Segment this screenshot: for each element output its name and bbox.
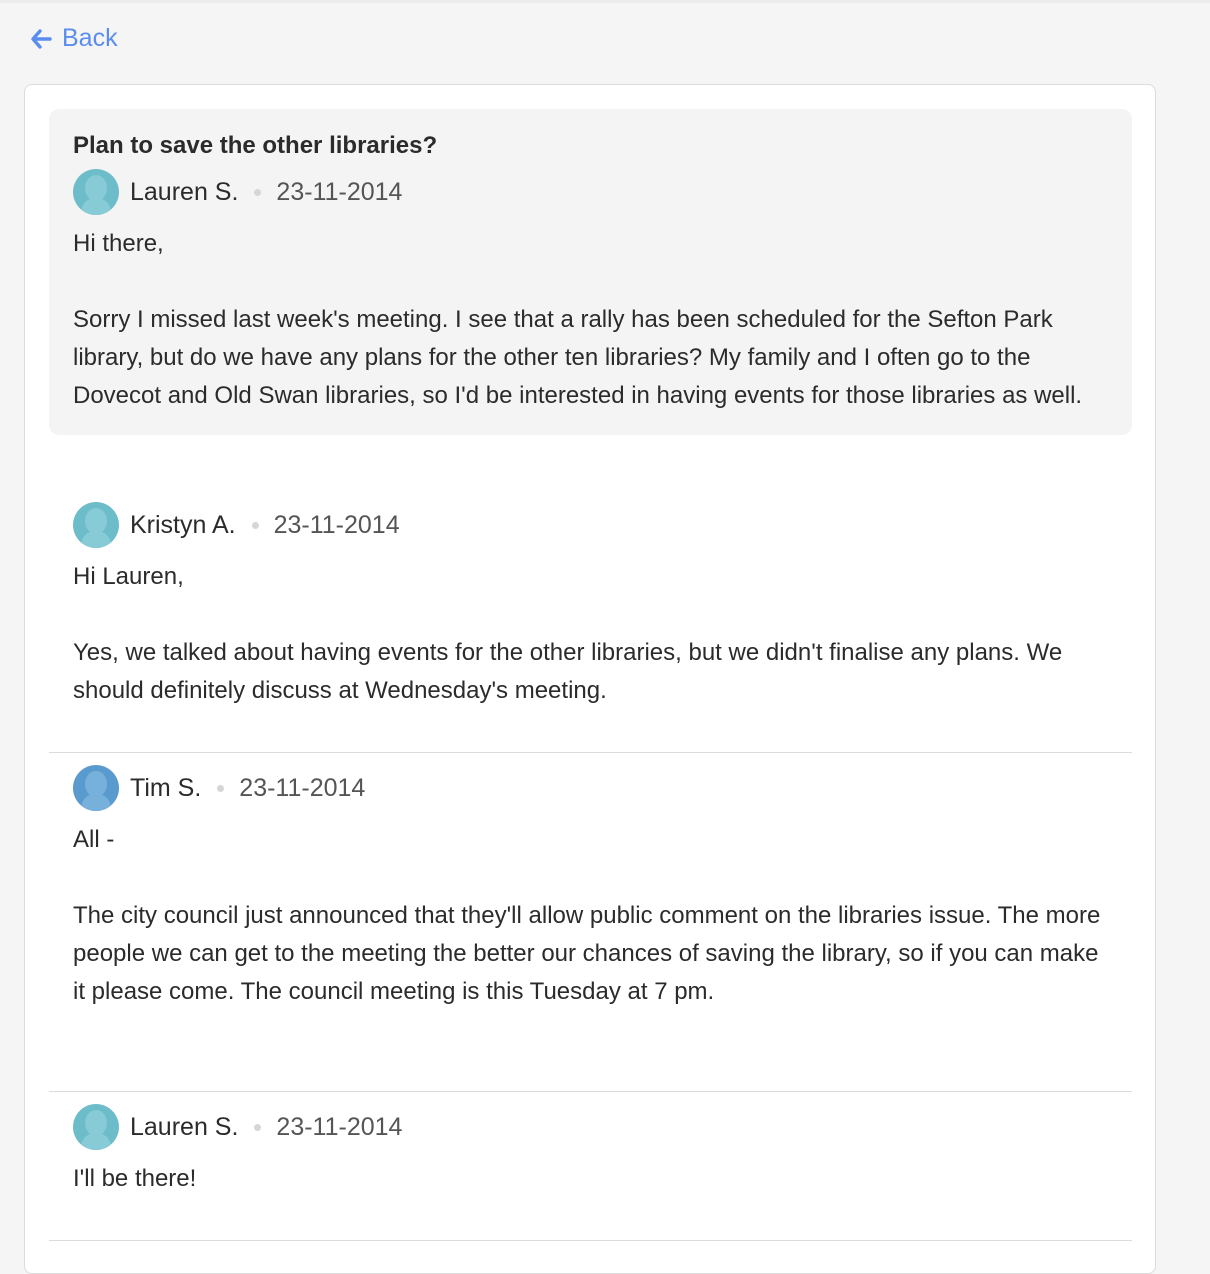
post-paragraph: Hi there, — [73, 230, 164, 257]
thread-card: Plan to save the other libraries? Lauren… — [24, 84, 1156, 1274]
reply-paragraph: All - — [73, 826, 115, 853]
reply-item: Kristyn A. 23-11-2014 Hi Lauren, Yes, we… — [49, 502, 1132, 710]
separator-dot — [254, 1123, 262, 1131]
reply-item: Tim S. 23-11-2014 All - The city council… — [49, 765, 1132, 1011]
thread-title: Plan to save the other libraries? — [73, 132, 438, 159]
author-name[interactable]: Lauren S. — [130, 1113, 238, 1142]
reply-meta: Lauren S. 23-11-2014 — [73, 1104, 1108, 1150]
back-label: Back — [62, 24, 118, 52]
original-post: Plan to save the other libraries? Lauren… — [49, 109, 1132, 435]
user-silhouette-icon[interactable] — [73, 502, 119, 548]
top-border — [0, 0, 1210, 3]
reply-divider — [49, 1240, 1132, 1241]
user-silhouette-icon[interactable] — [73, 169, 119, 215]
user-silhouette-icon[interactable] — [73, 1104, 119, 1150]
separator-dot — [251, 521, 259, 529]
separator-dot — [217, 784, 225, 792]
author-name[interactable]: Tim S. — [130, 774, 201, 803]
reply-paragraph: Hi Lauren, — [73, 563, 184, 590]
post-meta: Lauren S. 23-11-2014 — [73, 169, 1108, 215]
reply-meta: Tim S. 23-11-2014 — [73, 765, 1108, 811]
reply-divider — [49, 1091, 1132, 1092]
reply-date: 23-11-2014 — [276, 1112, 403, 1141]
reply-paragraph: I'll be there! — [73, 1165, 197, 1192]
reply-body: Hi Lauren, Yes, we talked about having e… — [73, 558, 1108, 710]
reply-body: All - The city council just announced th… — [73, 821, 1108, 1011]
author-name[interactable]: Kristyn A. — [130, 511, 236, 540]
reply-date: 23-11-2014 — [239, 773, 366, 802]
author-name[interactable]: Lauren S. — [130, 178, 238, 207]
reply-paragraph: Yes, we talked about having events for t… — [73, 639, 1063, 704]
separator-dot — [254, 188, 262, 196]
user-silhouette-icon[interactable] — [73, 765, 119, 811]
reply-body: I'll be there! — [73, 1160, 1108, 1198]
post-date: 23-11-2014 — [276, 177, 403, 206]
post-body: Hi there, Sorry I missed last week's mee… — [73, 225, 1108, 415]
reply-item: Lauren S. 23-11-2014 I'll be there! — [49, 1104, 1132, 1198]
arrow-left-icon — [30, 28, 52, 50]
reply-paragraph: The city council just announced that the… — [73, 902, 1101, 1005]
post-paragraph: Sorry I missed last week's meeting. I se… — [73, 306, 1083, 409]
back-link[interactable]: Back — [30, 24, 118, 53]
reply-date: 23-11-2014 — [273, 510, 400, 539]
reply-meta: Kristyn A. 23-11-2014 — [73, 502, 1108, 548]
reply-divider — [49, 752, 1132, 753]
